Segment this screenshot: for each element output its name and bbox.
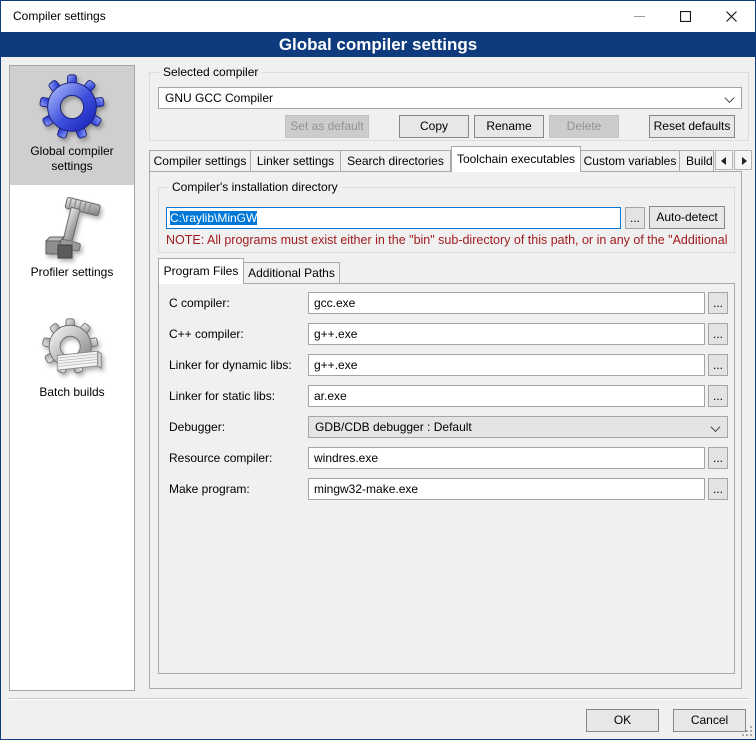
static-linker-input[interactable]	[308, 385, 705, 407]
tab-toolchain-executables[interactable]: Toolchain executables	[451, 146, 581, 172]
chevron-down-icon	[712, 425, 720, 433]
tab-linker-settings[interactable]: Linker settings	[251, 150, 341, 171]
installation-directory-value: C:\raylib\MinGW	[170, 211, 257, 225]
field-row-debugger: Debugger: GDB/CDB debugger : Default	[159, 416, 734, 438]
program-files-tab-bar: Program Files Additional Paths	[158, 258, 340, 283]
toolchain-executables-panel: Compiler's installation directory C:\ray…	[149, 171, 742, 689]
tab-scroll-right-button[interactable]	[734, 150, 752, 170]
rename-button[interactable]: Rename	[474, 115, 544, 138]
selected-compiler-group-label: Selected compiler	[159, 65, 262, 80]
tab-search-directories[interactable]: Search directories	[341, 150, 451, 171]
compiler-select[interactable]: GNU GCC Compiler	[158, 87, 742, 109]
installation-directory-input[interactable]: C:\raylib\MinGW	[166, 207, 621, 229]
sidebar-item-label: Profiler settings	[10, 263, 134, 286]
c-compiler-browse-button[interactable]: ...	[708, 292, 728, 314]
maximize-button[interactable]	[662, 1, 708, 31]
field-label: Linker for static libs:	[169, 385, 275, 407]
delete-button[interactable]: Delete	[549, 115, 619, 138]
copy-button[interactable]: Copy	[399, 115, 469, 138]
resize-grip[interactable]	[740, 724, 752, 736]
minimize-button[interactable]	[616, 1, 662, 31]
batch-builds-gear-icon	[39, 317, 105, 383]
program-files-panel: C compiler: ... C++ compiler: ... Linker…	[158, 283, 735, 674]
sidebar-item-label: Global compiler settings	[10, 142, 134, 180]
sidebar-item-batch-builds[interactable]: Batch builds	[10, 301, 134, 406]
tab-custom-variables[interactable]: Custom variables	[581, 150, 680, 171]
field-row-cpp-compiler: C++ compiler: ...	[159, 323, 734, 345]
field-label: Resource compiler:	[169, 447, 272, 469]
dynamic-linker-browse-button[interactable]: ...	[708, 354, 728, 376]
page-title: Global compiler settings	[1, 32, 755, 57]
cpp-compiler-browse-button[interactable]: ...	[708, 323, 728, 345]
set-as-default-button[interactable]: Set as default	[285, 115, 369, 138]
resource-compiler-browse-button[interactable]: ...	[708, 447, 728, 469]
close-button[interactable]	[708, 1, 754, 31]
selected-compiler-group: Selected compiler GNU GCC Compiler Set a…	[149, 72, 749, 141]
sidebar-item-label: Batch builds	[10, 383, 134, 406]
maximize-icon	[680, 11, 691, 22]
field-label: C compiler:	[169, 292, 230, 314]
field-label: C++ compiler:	[169, 323, 244, 345]
note-text: NOTE: All programs must exist either in …	[166, 233, 732, 247]
c-compiler-input[interactable]	[308, 292, 705, 314]
installation-directory-group: Compiler's installation directory C:\ray…	[158, 187, 735, 253]
subtab-program-files[interactable]: Program Files	[158, 258, 244, 284]
close-icon	[726, 11, 737, 22]
resource-compiler-input[interactable]	[308, 447, 705, 469]
banner: Global compiler settings	[1, 32, 755, 57]
auto-detect-button[interactable]: Auto-detect	[649, 206, 725, 229]
compiler-settings-dialog: Compiler settings Global compiler settin…	[0, 0, 756, 740]
profiler-caliper-icon	[39, 197, 105, 263]
settings-tab-bar: Compiler settings Linker settings Search…	[149, 146, 752, 171]
debugger-select[interactable]: GDB/CDB debugger : Default	[308, 416, 728, 438]
field-row-static-linker: Linker for static libs: ...	[159, 385, 734, 407]
minimize-icon	[634, 11, 645, 22]
browse-directory-button[interactable]: ...	[625, 207, 645, 229]
field-row-resource-compiler: Resource compiler: ...	[159, 447, 734, 469]
title-bar[interactable]: Compiler settings	[1, 1, 755, 32]
field-label: Debugger:	[169, 416, 225, 438]
compiler-select-value: GNU GCC Compiler	[165, 88, 273, 108]
debugger-select-value: GDB/CDB debugger : Default	[315, 417, 472, 437]
window-title: Compiler settings	[13, 1, 106, 32]
sidebar-item-global-compiler-settings[interactable]: Global compiler settings	[10, 66, 134, 185]
make-program-browse-button[interactable]: ...	[708, 478, 728, 500]
field-row-make-program: Make program: ...	[159, 478, 734, 500]
installation-directory-group-label: Compiler's installation directory	[168, 180, 342, 195]
field-label: Linker for dynamic libs:	[169, 354, 292, 376]
field-row-dynamic-linker: Linker for dynamic libs: ...	[159, 354, 734, 376]
tab-build-options[interactable]: Build options	[680, 150, 714, 171]
chevron-down-icon	[726, 96, 734, 104]
tab-scroll-left-button[interactable]	[715, 150, 733, 170]
subtab-additional-paths[interactable]: Additional Paths	[244, 262, 340, 283]
cpp-compiler-input[interactable]	[308, 323, 705, 345]
field-label: Make program:	[169, 478, 250, 500]
compiler-gear-icon	[37, 72, 107, 142]
tab-compiler-settings[interactable]: Compiler settings	[149, 150, 251, 171]
ok-button[interactable]: OK	[586, 709, 659, 732]
make-program-input[interactable]	[308, 478, 705, 500]
reset-defaults-button[interactable]: Reset defaults	[649, 115, 735, 138]
dynamic-linker-input[interactable]	[308, 354, 705, 376]
footer-divider	[9, 698, 749, 700]
static-linker-browse-button[interactable]: ...	[708, 385, 728, 407]
sidebar-item-profiler-settings[interactable]: Profiler settings	[10, 185, 134, 301]
cancel-button[interactable]: Cancel	[673, 709, 746, 732]
settings-category-list: Global compiler settings Profiler settin…	[9, 65, 135, 691]
field-row-c-compiler: C compiler: ...	[159, 292, 734, 314]
